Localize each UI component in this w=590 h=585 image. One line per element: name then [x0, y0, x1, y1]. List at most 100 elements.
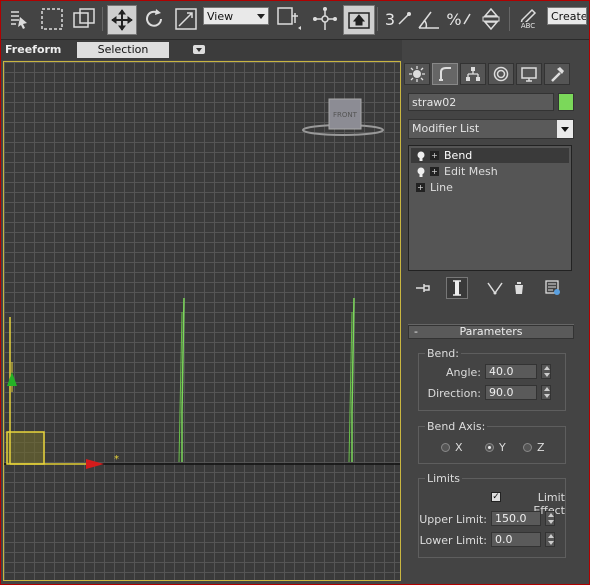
upper-limit-spinner[interactable]: 150.0: [491, 511, 541, 526]
command-panel-tabs: [404, 63, 576, 87]
angle-spinner-arrows[interactable]: [541, 364, 551, 379]
hierarchy-icon: [466, 67, 480, 81]
spell-check-icon[interactable]: ABC: [513, 5, 543, 33]
select-by-name-icon[interactable]: [5, 5, 31, 33]
direction-label: Direction:: [427, 387, 481, 400]
axis-y-radio[interactable]: [485, 443, 494, 452]
lightbulb-icon[interactable]: [416, 151, 426, 161]
tab-display[interactable]: [516, 63, 542, 85]
upper-limit-label: Upper Limit:: [419, 513, 487, 526]
lower-limit-label: Lower Limit:: [419, 534, 487, 547]
snaps-toggle-icon[interactable]: 3: [381, 5, 415, 33]
viewport-scene: FRONT *: [4, 98, 400, 469]
angle-label: Angle:: [445, 366, 481, 379]
bend-axis-group-title: Bend Axis:: [425, 420, 488, 433]
reference-coordinate-dropdown[interactable]: View: [203, 7, 269, 25]
angle-snap-icon[interactable]: [415, 5, 443, 33]
viewcube-label: FRONT: [333, 111, 358, 119]
percent-label: %: [446, 9, 462, 29]
modifier-stack: + Bend + Edit Mesh + Line: [408, 145, 572, 271]
configure-modifier-sets-icon[interactable]: [542, 277, 564, 299]
main-toolbar: View 3 % ABC Create: [1, 1, 589, 40]
stack-item-bend[interactable]: + Bend: [411, 148, 569, 163]
ribbon-options-dropdown[interactable]: [193, 45, 205, 54]
select-manipulate-icon[interactable]: [311, 5, 339, 33]
display-monitor-icon: [521, 67, 537, 82]
object-name-field[interactable]: straw02: [408, 93, 554, 111]
expand-icon[interactable]: +: [416, 183, 425, 192]
object-color-swatch[interactable]: [558, 93, 574, 111]
create-sun-icon: [409, 66, 425, 82]
named-selection-sets-dropdown[interactable]: Create: [547, 7, 587, 25]
chevron-down-icon[interactable]: [557, 120, 573, 138]
straw-object-1: [178, 297, 185, 463]
keyboard-shortcut-override-icon[interactable]: [343, 5, 375, 35]
spell-label: ABC: [520, 22, 536, 30]
make-unique-icon[interactable]: [484, 277, 506, 299]
scale-icon[interactable]: [173, 5, 199, 33]
direction-spinner[interactable]: 90.0: [485, 385, 537, 400]
remove-modifier-icon[interactable]: [508, 277, 530, 299]
rotate-icon[interactable]: [141, 5, 167, 33]
view-dropdown-value: View: [207, 10, 234, 23]
pivot-center-icon[interactable]: [275, 5, 303, 33]
tab-utilities[interactable]: [544, 63, 570, 85]
svg-text:*: *: [114, 454, 119, 465]
bend-group-title: Bend:: [425, 347, 461, 360]
limits-group: Limits ✓ Limit Effect Upper Limit: 150.0…: [418, 472, 566, 558]
limit-effect-checkbox[interactable]: ✓: [491, 492, 501, 502]
modifier-list-dropdown[interactable]: Modifier List: [408, 119, 574, 139]
stack-tools: [412, 277, 572, 299]
tab-create[interactable]: [404, 63, 430, 85]
axis-x-label: X: [455, 441, 463, 454]
modifier-list-label: Modifier List: [412, 122, 480, 135]
expand-icon[interactable]: +: [430, 167, 439, 176]
stack-item-edit-mesh[interactable]: + Edit Mesh: [411, 164, 569, 179]
show-end-result-icon[interactable]: [446, 277, 468, 299]
tab-hierarchy[interactable]: [460, 63, 486, 85]
chevron-down-icon: [257, 14, 265, 19]
axis-z-label: Z: [537, 441, 545, 454]
straw-object-2: [348, 297, 355, 463]
expand-icon[interactable]: +: [430, 151, 439, 160]
bend-axis-group: Bend Axis: X Y Z: [418, 420, 566, 464]
parameters-rollout: - Parameters Bend: Angle: 40.0 Direction…: [408, 324, 574, 577]
stack-item-label: Edit Mesh: [444, 165, 498, 178]
percent-snap-icon[interactable]: %: [445, 5, 473, 33]
create-dropdown-value: Create: [551, 10, 587, 23]
axis-z-radio[interactable]: [523, 443, 532, 452]
tab-selection[interactable]: Selection: [77, 42, 169, 58]
spinner-snap-icon[interactable]: [477, 5, 505, 33]
modify-bend-icon: [439, 67, 451, 81]
lightbulb-icon[interactable]: [416, 167, 426, 177]
ribbon-title[interactable]: Freeform: [5, 43, 61, 56]
stack-item-line[interactable]: + Line: [411, 180, 569, 195]
tab-motion[interactable]: [488, 63, 514, 85]
limits-group-title: Limits: [425, 472, 462, 485]
lower-limit-spinner[interactable]: 0.0: [491, 532, 541, 547]
snap-label: 3: [384, 9, 396, 29]
parameters-rollout-header[interactable]: - Parameters: [408, 325, 574, 339]
bend-group: Bend: Angle: 40.0 Direction: 90.0: [418, 347, 566, 411]
collapse-icon[interactable]: -: [414, 326, 418, 338]
tab-modify[interactable]: [432, 63, 458, 85]
axis-x-radio[interactable]: [441, 443, 450, 452]
lower-limit-spinner-arrows[interactable]: [545, 532, 555, 547]
rollout-title: Parameters: [459, 325, 523, 338]
stack-item-label: Bend: [444, 149, 473, 162]
pin-stack-icon[interactable]: [412, 277, 434, 299]
motion-wheel-icon: [493, 66, 509, 82]
window-crossing-icon[interactable]: [71, 5, 97, 33]
axis-y-label: Y: [499, 441, 506, 454]
utilities-hammer-icon: [551, 67, 564, 82]
command-panel: straw02 Modifier List + Bend + Edit Mesh…: [402, 61, 586, 581]
move-icon[interactable]: [107, 5, 137, 35]
transform-gizmo: *: [6, 317, 119, 469]
ribbon-bar: Freeform Selection: [1, 40, 402, 60]
upper-limit-spinner-arrows[interactable]: [545, 511, 555, 526]
direction-spinner-arrows[interactable]: [541, 385, 551, 400]
angle-spinner[interactable]: 40.0: [485, 364, 537, 379]
front-viewport[interactable]: FRONT *: [3, 61, 401, 581]
rectangle-select-icon[interactable]: [39, 5, 65, 33]
stack-item-label: Line: [430, 181, 453, 194]
